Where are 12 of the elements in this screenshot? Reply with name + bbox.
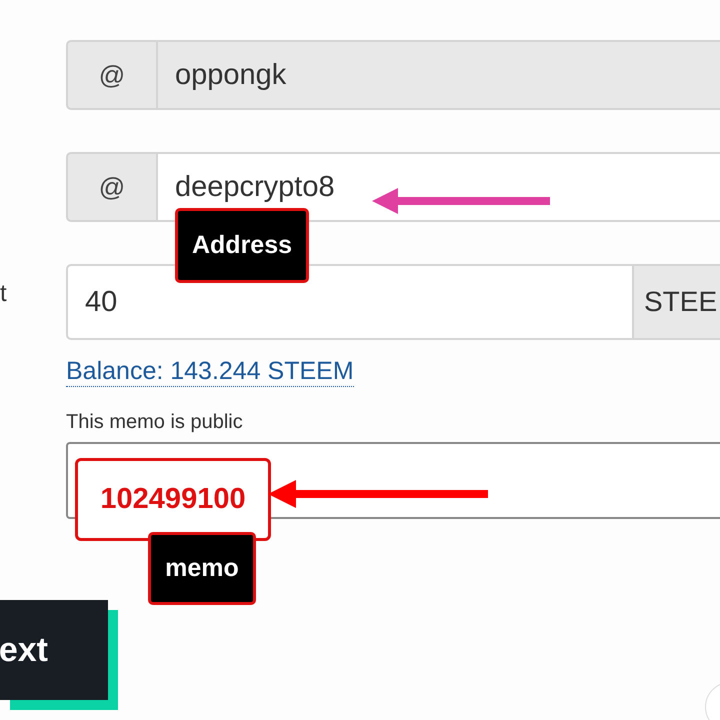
- currency-selector[interactable]: STEE: [634, 264, 720, 340]
- at-prefix: @: [66, 152, 156, 222]
- annotation-label: memo: [148, 532, 256, 605]
- recipient-field[interactable]: deepcrypto8: [156, 152, 720, 222]
- highlighted-memo: 102499100: [75, 458, 271, 541]
- next-button[interactable]: ext: [0, 600, 108, 700]
- amount-label: t: [0, 280, 8, 309]
- amount-field[interactable]: 40: [66, 264, 634, 340]
- annotation-label: Address: [175, 208, 309, 283]
- at-prefix: @: [66, 40, 156, 110]
- balance-link[interactable]: Balance: 143.244 STEEM: [66, 356, 354, 387]
- memo-label: This memo is public: [66, 411, 244, 434]
